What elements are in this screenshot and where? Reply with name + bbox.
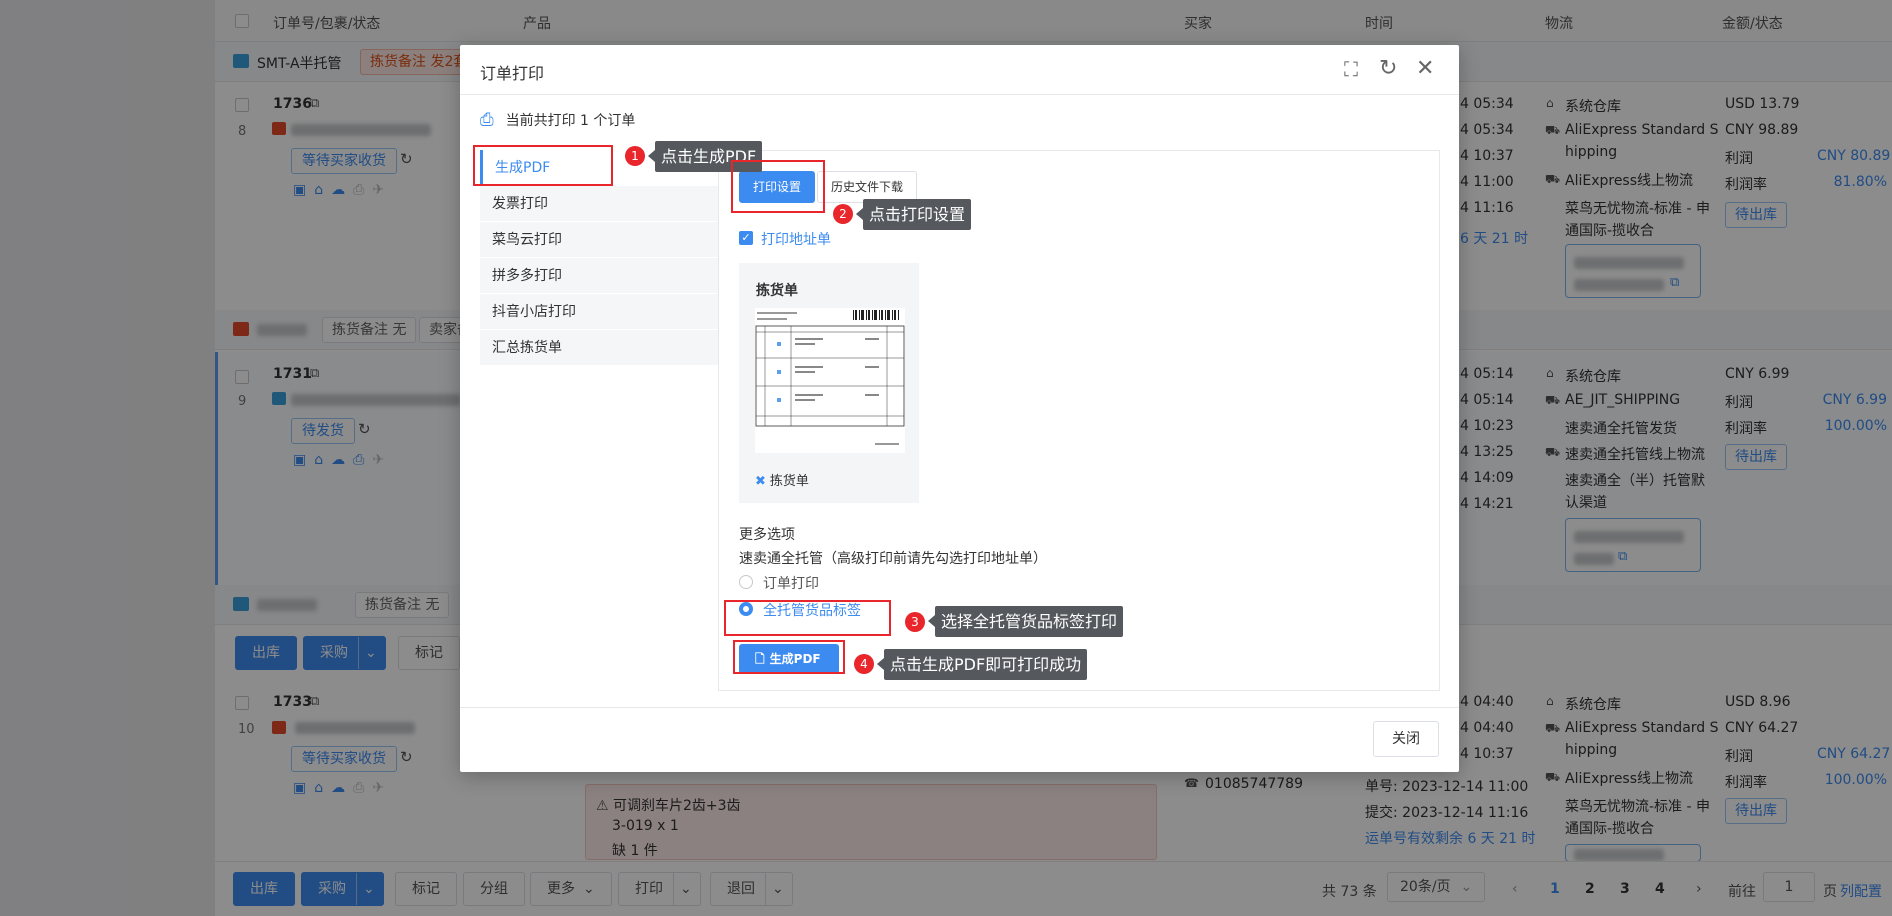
printer-icon: ⎙ — [480, 110, 494, 130]
annotation-callout-4: 点击生成PDF即可打印成功 — [876, 649, 1088, 680]
fullscreen-icon[interactable]: ⛶ — [1344, 56, 1358, 82]
annotation-number-2: 2 — [833, 204, 853, 224]
menu-pinduoduo-print[interactable]: 拼多多打印 — [480, 258, 719, 294]
close-button[interactable]: 关闭 — [1373, 721, 1439, 757]
menu-cainiao-print[interactable]: 菜鸟云打印 — [480, 222, 719, 258]
menu-summary-picklist[interactable]: 汇总拣货单 — [480, 330, 719, 366]
annotation-number-4: 4 — [854, 654, 874, 674]
print-address-label[interactable]: 打印地址单 — [761, 229, 831, 249]
picklist-document-graphic — [755, 310, 905, 445]
modal-footer: 关闭 — [460, 707, 1459, 772]
picklist-thumbnail — [755, 308, 905, 453]
annotation-box-2 — [731, 160, 825, 213]
print-address-checkbox[interactable]: ✓ — [739, 231, 753, 245]
preview-caption: ✖ 拣货单 — [755, 470, 809, 489]
picklist-preview-card[interactable]: 拣货单 ✖ 拣货单 — [739, 263, 919, 503]
print-info: ⎙ 当前共打印 1 个订单 — [480, 110, 635, 130]
preview-caption-text: 拣货单 — [769, 474, 809, 489]
menu-douyin-print[interactable]: 抖音小店打印 — [480, 294, 719, 330]
close-small-icon[interactable]: ✖ — [755, 474, 766, 489]
refresh-icon[interactable]: ↻ — [1379, 56, 1397, 82]
menu-invoice-print[interactable]: 发票打印 — [480, 186, 719, 222]
annotation-number-3: 3 — [905, 612, 925, 632]
print-info-text: 当前共打印 1 个订单 — [505, 113, 636, 129]
annotation-box-4 — [733, 640, 845, 674]
modal-header: 订单打印 ⛶ ↻ ✕ — [460, 45, 1459, 95]
preview-title: 拣货单 — [756, 283, 798, 299]
annotation-callout-2: 点击打印设置 — [855, 199, 972, 230]
annotation-box-3 — [724, 600, 891, 636]
close-icon[interactable]: ✕ — [1416, 56, 1434, 82]
modal-title: 订单打印 — [480, 64, 545, 83]
annotation-box-1 — [473, 145, 613, 186]
radio-order-print-label[interactable]: 订单打印 — [763, 573, 819, 593]
radio-order-print[interactable] — [739, 575, 753, 589]
annotation-callout-3: 选择全托管货品标签打印 — [927, 606, 1124, 637]
option-description: 速卖通全托管（高级打印前请先勾选打印地址单） — [739, 551, 1047, 567]
more-options-heading: 更多选项 — [739, 527, 795, 543]
annotation-number-1: 1 — [625, 146, 645, 166]
